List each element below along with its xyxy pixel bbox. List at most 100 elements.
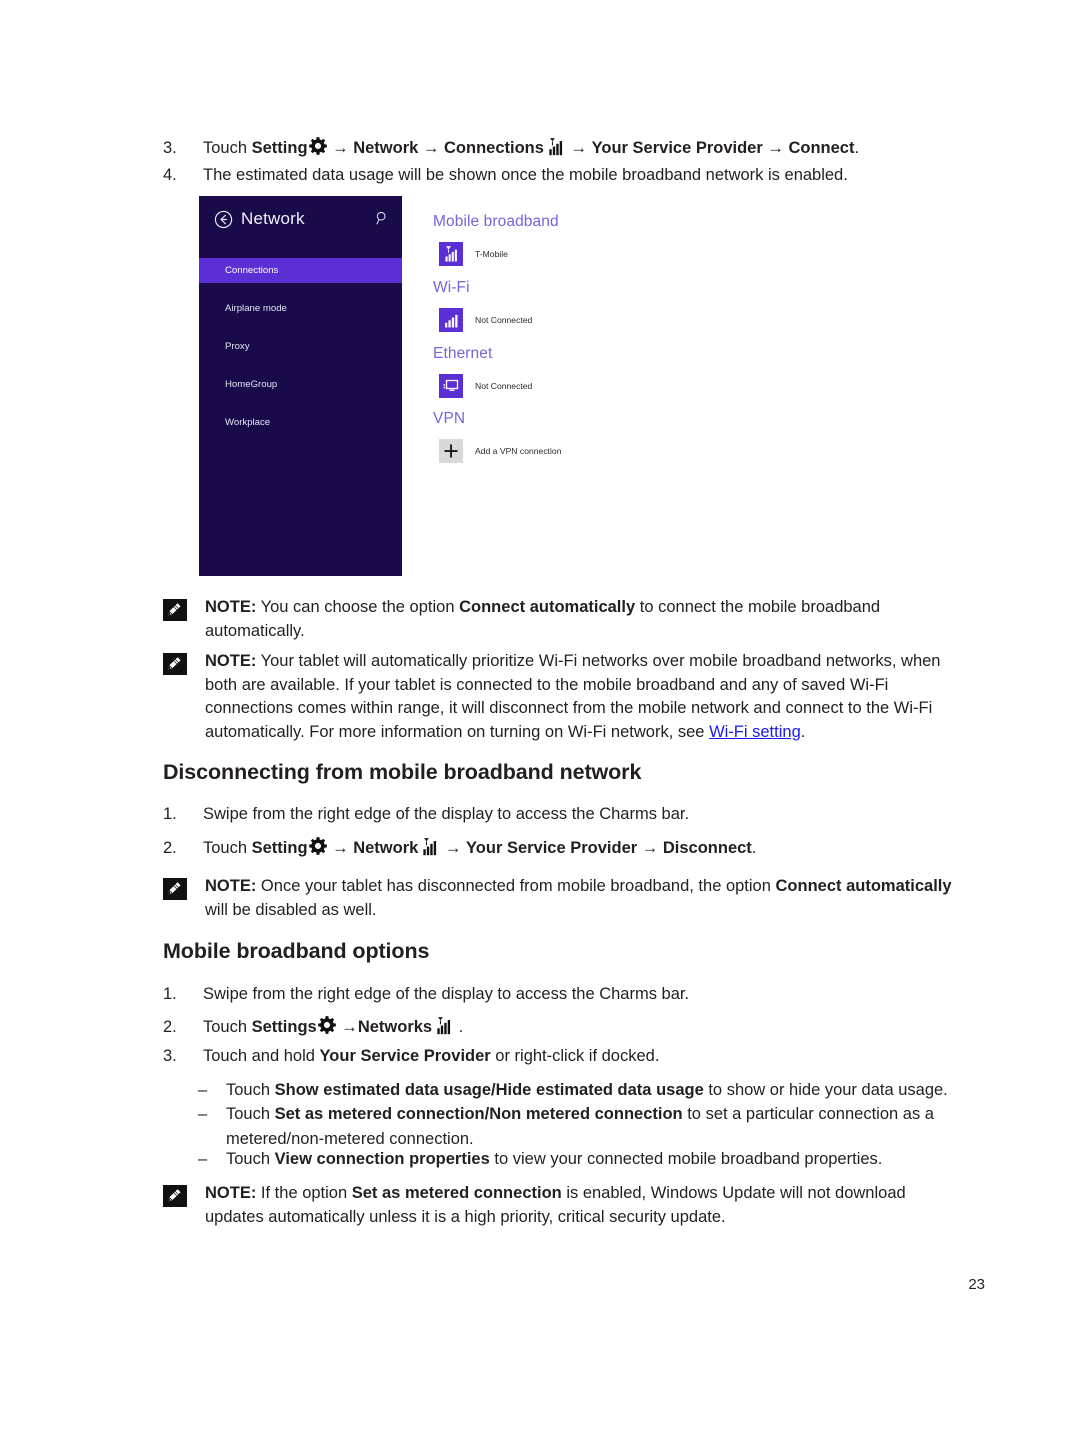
- step-3-bold-connect: Connect: [788, 139, 855, 157]
- network-settings-sidebar: Network Connections Airplane mode Proxy …: [199, 196, 402, 576]
- disconnect-bold-provider: Your Service Provider: [466, 839, 638, 857]
- section-title-mobile-broadband: Mobile broadband: [433, 213, 559, 230]
- section-title-vpn: VPN: [433, 410, 466, 427]
- note-bold-term: Connect automatically: [775, 877, 952, 895]
- list-item-bullet-1: – Touch Show estimated data usage/Hide e…: [198, 1078, 968, 1103]
- disconnect-step-2-prefix: Touch: [203, 839, 252, 857]
- connection-row-label: T-Mobile: [475, 249, 508, 259]
- list-item-bullet-2: – Touch Set as metered connection/Non me…: [198, 1102, 968, 1152]
- dash-marker: –: [198, 1105, 208, 1123]
- search-icon[interactable]: [376, 211, 389, 225]
- options-step-3-suffix: or right-click if docked.: [490, 1047, 660, 1065]
- list-marker: 3.: [163, 1047, 177, 1065]
- note-label: NOTE:: [205, 598, 257, 616]
- note-label: NOTE:: [205, 877, 257, 895]
- section-title-wifi: Wi-Fi: [433, 279, 470, 296]
- note-text-part-1: You can choose the option: [256, 598, 460, 616]
- step-3-bold-provider: Your Service Provider: [591, 139, 763, 157]
- bullet-1-bold: Show estimated data usage/Hide estimated…: [274, 1081, 704, 1099]
- step-3-bold-network: Network: [353, 139, 419, 157]
- back-arrow-circle-icon[interactable]: [214, 210, 233, 229]
- document-page: 3. Touch Setting → Network → Connections…: [0, 0, 1080, 1434]
- ethernet-monitor-icon: [439, 374, 463, 398]
- connection-row-label: Not Connected: [475, 381, 533, 391]
- list-marker: 2.: [163, 1018, 177, 1036]
- sidebar-item-airplane-mode[interactable]: Airplane mode: [199, 296, 402, 321]
- note-bold-term: Connect automatically: [459, 598, 636, 616]
- wifi-setting-link[interactable]: Wi-Fi setting: [709, 723, 801, 741]
- network-settings-screenshot: Network Connections Airplane mode Proxy …: [199, 196, 603, 576]
- disconnect-bold-network: Network: [353, 839, 419, 857]
- step-3-arrow-1: →: [327, 139, 354, 157]
- note-metered-connection: NOTE: If the option Set as metered conne…: [163, 1182, 963, 1229]
- list-marker: 1.: [163, 985, 177, 1003]
- note-pencil-icon: [163, 599, 187, 621]
- note-text: NOTE: Your tablet will automatically pri…: [205, 650, 963, 744]
- connection-row-ethernet[interactable]: Not Connected: [439, 374, 532, 398]
- bullet-2-prefix: Touch: [226, 1105, 275, 1123]
- disconnect-suffix: .: [751, 839, 757, 857]
- disconnect-arrow-3: →: [637, 839, 663, 857]
- list-item-options-2: 2. Touch Settings →Networks .: [163, 1015, 963, 1040]
- connection-row-t-mobile[interactable]: T-Mobile: [439, 242, 508, 266]
- connection-row-wifi[interactable]: Not Connected: [439, 308, 532, 332]
- list-item-disconnect-2: 2. Touch Setting → Network → Your Servic…: [163, 836, 963, 861]
- step-3-arrow-3: →: [565, 139, 592, 157]
- disconnect-arrow-2: →: [440, 839, 466, 857]
- page-heading-mobile-broadband-options: Mobile broadband options: [163, 939, 430, 963]
- step-3-arrow-2: →: [418, 139, 444, 157]
- note-pencil-icon: [163, 653, 187, 675]
- cellular-signal-icon: [544, 137, 566, 157]
- note-text-part-1: If the option: [256, 1184, 352, 1202]
- sidebar-item-homegroup[interactable]: HomeGroup: [199, 372, 402, 397]
- step-3-text: Touch Setting → Network → Connections → …: [203, 136, 859, 161]
- disconnect-step-1-text: Swipe from the right edge of the display…: [203, 805, 690, 823]
- sidebar-item-workplace[interactable]: Workplace: [199, 410, 402, 435]
- sidebar-item-proxy[interactable]: Proxy: [199, 334, 402, 359]
- step-3-bold-setting: Setting: [251, 139, 308, 157]
- list-item-options-1: 1. Swipe from the right edge of the disp…: [163, 982, 963, 1007]
- sidebar-item-label: Workplace: [225, 417, 271, 428]
- sidebar-item-label: Proxy: [225, 341, 250, 352]
- disconnect-arrow-1: →: [327, 839, 354, 857]
- sidebar-item-label: HomeGroup: [225, 379, 278, 390]
- dash-marker: –: [198, 1081, 208, 1099]
- gear-icon: [308, 136, 328, 156]
- plus-icon: [439, 439, 463, 463]
- page-heading-disconnecting: Disconnecting from mobile broadband netw…: [163, 760, 642, 784]
- bullet-1-prefix: Touch: [226, 1081, 275, 1099]
- bullet-1-text: Touch Show estimated data usage/Hide est…: [226, 1078, 948, 1103]
- note-label: NOTE:: [205, 652, 257, 670]
- step-3-arrow-4: →: [762, 139, 789, 157]
- connection-row-label: Add a VPN connection: [475, 446, 562, 456]
- options-bold-settings: Settings: [251, 1018, 317, 1036]
- note-bold-term: Set as metered connection: [351, 1184, 562, 1202]
- disconnect-bold-disconnect: Disconnect: [662, 839, 752, 857]
- options-step-1-text: Swipe from the right edge of the display…: [203, 985, 690, 1003]
- sidebar-item-connections[interactable]: Connections: [199, 258, 402, 283]
- note-text: NOTE: Once your tablet has disconnected …: [205, 875, 963, 922]
- note-text: NOTE: You can choose the option Connect …: [205, 596, 963, 643]
- step-3-suffix: .: [854, 139, 860, 157]
- list-marker: 4.: [163, 166, 177, 184]
- list-item-options-3: 3. Touch and hold Your Service Provider …: [163, 1044, 963, 1069]
- connection-row-add-vpn[interactable]: Add a VPN connection: [439, 439, 561, 463]
- disconnect-bold-setting: Setting: [251, 839, 308, 857]
- wifi-bars-icon: [439, 308, 463, 332]
- mobile-broadband-signal-icon: [439, 242, 463, 266]
- bullet-2-text: Touch Set as metered connection/Non mete…: [226, 1102, 968, 1152]
- sidebar-item-label: Connections: [225, 265, 279, 276]
- options-step-3-prefix: Touch and hold: [203, 1047, 320, 1065]
- options-suffix: .: [454, 1018, 464, 1036]
- note-disconnect-behavior: NOTE: Once your tablet has disconnected …: [163, 875, 963, 922]
- network-settings-content: Mobile broadband T-Mobile Wi-Fi Not Conn…: [402, 196, 603, 576]
- list-item-step-4: 4. The estimated data usage will be show…: [163, 163, 963, 188]
- disconnect-step-2-text: Touch Setting → Network → Your Service P…: [203, 836, 756, 861]
- options-bold-provider: Your Service Provider: [319, 1047, 491, 1065]
- list-marker: 1.: [163, 805, 177, 823]
- options-arrow-1: →: [336, 1018, 358, 1036]
- cellular-signal-icon: [432, 1016, 454, 1036]
- list-item-step-3: 3. Touch Setting → Network → Connections…: [163, 136, 963, 161]
- options-step-2-text: Touch Settings →Networks .: [203, 1015, 463, 1040]
- note-text: NOTE: If the option Set as metered conne…: [205, 1182, 963, 1229]
